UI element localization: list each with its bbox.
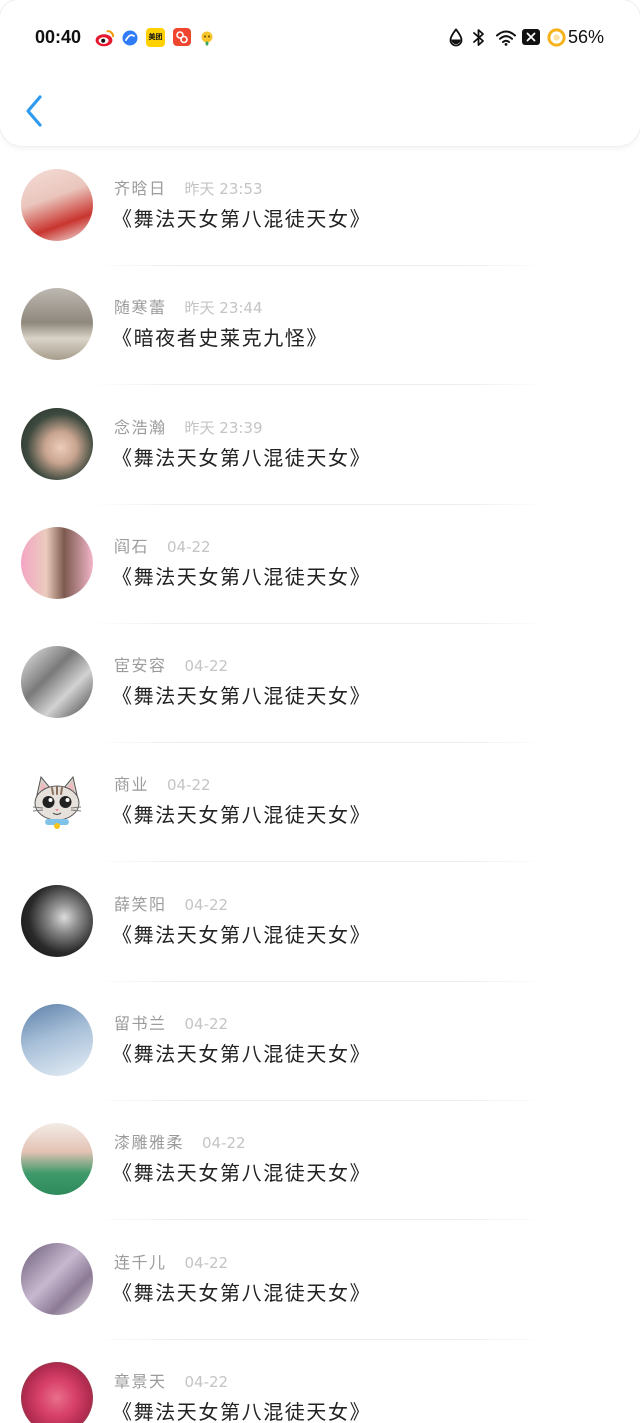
message-time: 昨天 23:39: [184, 418, 263, 437]
message-item[interactable]: 念浩瀚 昨天 23:39 《舞法天女第八混徒天女》: [0, 389, 640, 508]
message-meta: 宦安容 04-22: [114, 655, 228, 677]
message-item[interactable]: 宦安容 04-22 《舞法天女第八混徒天女》: [0, 627, 640, 746]
sender-name: 念浩瀚: [114, 417, 167, 437]
message-item[interactable]: 漆雕雅柔 04-22 《舞法天女第八混徒天女》: [0, 1104, 640, 1223]
message-time: 昨天 23:44: [184, 299, 263, 318]
sender-name: 留书兰: [114, 1014, 167, 1034]
message-text: 《舞法天女第八混徒天女》: [112, 564, 372, 589]
message-meta: 齐晗日 昨天 23:53: [114, 178, 263, 200]
avatar[interactable]: [21, 1242, 93, 1315]
message-time: 04-22: [167, 537, 211, 556]
sender-name: 章景天: [114, 1371, 167, 1391]
avatar[interactable]: [21, 169, 93, 241]
message-meta: 随寒蕾 昨天 23:44: [114, 297, 263, 319]
avatar[interactable]: [21, 1361, 93, 1423]
message-text: 《舞法天女第八混徒天女》: [112, 1042, 372, 1067]
message-item[interactable]: 章景天 04-22 《舞法天女第八混徒天女》: [0, 1343, 640, 1423]
message-time: 04-22: [202, 1134, 246, 1153]
message-time: 04-22: [184, 657, 229, 676]
message-time: 04-22: [184, 1372, 229, 1391]
sender-name: 漆雕雅柔: [114, 1133, 185, 1153]
cat-avatar-image: [32, 776, 82, 830]
avatar[interactable]: [21, 884, 93, 957]
battery-percentage: 56%: [568, 27, 605, 47]
divider: [90, 1100, 550, 1102]
avatar[interactable]: [21, 765, 93, 838]
wifi-icon: [495, 29, 517, 50]
message-text: 《舞法天女第八混徒天女》: [112, 684, 372, 709]
message-text: 《舞法天女第八混徒天女》: [112, 445, 372, 470]
message-meta: 阎石 04-22: [114, 536, 211, 558]
message-meta: 留书兰 04-22: [114, 1013, 228, 1035]
message-text: 《舞法天女第八混徒天女》: [112, 1280, 372, 1305]
avatar[interactable]: [21, 646, 93, 719]
header: 00:40 美团 56%: [0, 0, 640, 146]
avatar[interactable]: [21, 1123, 93, 1196]
avatar[interactable]: [21, 526, 93, 599]
message-meta: 漆雕雅柔 04-22: [114, 1132, 246, 1154]
message-meta: 念浩瀚 昨天 23:39: [114, 417, 263, 439]
avatar[interactable]: [21, 407, 93, 480]
red-app-icon: [173, 28, 191, 50]
message-item[interactable]: 留书兰 04-22 《舞法天女第八混徒天女》: [0, 985, 640, 1104]
message-time: 04-22: [184, 1015, 229, 1034]
sender-name: 齐晗日: [114, 179, 167, 198]
message-item[interactable]: 连千儿 04-22 《舞法天女第八混徒天女》: [0, 1224, 640, 1343]
message-list-page: 00:40 美团 56% 齐晗日 昨天 23:53 《舞法天女第八混徒天女》 随…: [0, 0, 640, 1423]
divider: [90, 265, 550, 266]
message-text: 《舞法天女第八混徒天女》: [112, 922, 372, 947]
meituan-icon: 美团: [146, 28, 165, 47]
avatar[interactable]: [21, 288, 93, 361]
divider: [90, 1338, 550, 1340]
back-button[interactable]: [18, 88, 50, 132]
bluetooth-icon: [472, 28, 485, 51]
message-text: 《舞法天女第八混徒天女》: [112, 803, 372, 828]
sender-name: 随寒蕾: [114, 298, 167, 318]
sender-name: 阎石: [114, 536, 150, 556]
message-meta: 章景天 04-22: [114, 1371, 228, 1393]
weibo-icon: [95, 29, 115, 51]
message-item[interactable]: 薛笑阳 04-22 《舞法天女第八混徒天女》: [0, 866, 640, 985]
sender-name: 宦安容: [114, 656, 167, 676]
message-item[interactable]: 阎石 04-22 《舞法天女第八混徒天女》: [0, 508, 640, 627]
message-meta: 连千儿 04-22: [114, 1252, 228, 1274]
sender-name: 连千儿: [114, 1252, 167, 1272]
sender-name: 薛笑阳: [114, 894, 167, 914]
message-text: 《舞法天女第八混徒天女》: [112, 207, 372, 231]
message-item[interactable]: 齐晗日 昨天 23:53 《舞法天女第八混徒天女》: [0, 150, 640, 269]
status-time: 00:40: [35, 27, 82, 47]
divider: [90, 861, 550, 863]
divider: [90, 742, 550, 744]
yellow-app-icon: [200, 31, 214, 50]
message-time: 昨天 23:53: [184, 180, 263, 198]
divider: [90, 1219, 550, 1221]
meituan-logo-text: 美团: [148, 33, 163, 41]
battery-icon: [547, 28, 566, 51]
message-time: 04-22: [167, 776, 211, 795]
message-meta: 薛笑阳 04-22: [114, 894, 228, 916]
blue-app-icon: [122, 30, 138, 50]
avatar[interactable]: [21, 1004, 93, 1077]
message-text: 《舞法天女第八混徒天女》: [112, 1161, 372, 1186]
message-text: 《暗夜者史莱克九怪》: [112, 326, 328, 351]
divider: [90, 622, 550, 624]
message-text: 《舞法天女第八混徒天女》: [112, 1399, 372, 1423]
message-time: 04-22: [184, 895, 229, 914]
sender-name: 商业: [114, 775, 150, 795]
status-bar: 00:40 美团 56%: [0, 0, 640, 76]
message-list[interactable]: 齐晗日 昨天 23:53 《舞法天女第八混徒天女》 随寒蕾 昨天 23:44 《暗夜…: [0, 150, 640, 1423]
chevron-left-icon: [26, 95, 42, 127]
message-item[interactable]: 商业 04-22 《舞法天女第八混徒天女》: [0, 746, 640, 865]
close-box-icon: [522, 29, 540, 49]
divider: [90, 503, 550, 505]
message-time: 04-22: [184, 1253, 229, 1272]
message-item[interactable]: 随寒蕾 昨天 23:44 《暗夜者史莱克九怪》: [0, 269, 640, 388]
message-meta: 商业 04-22: [114, 774, 211, 796]
drop-icon: [449, 28, 463, 51]
divider: [90, 980, 550, 982]
divider: [90, 384, 550, 386]
